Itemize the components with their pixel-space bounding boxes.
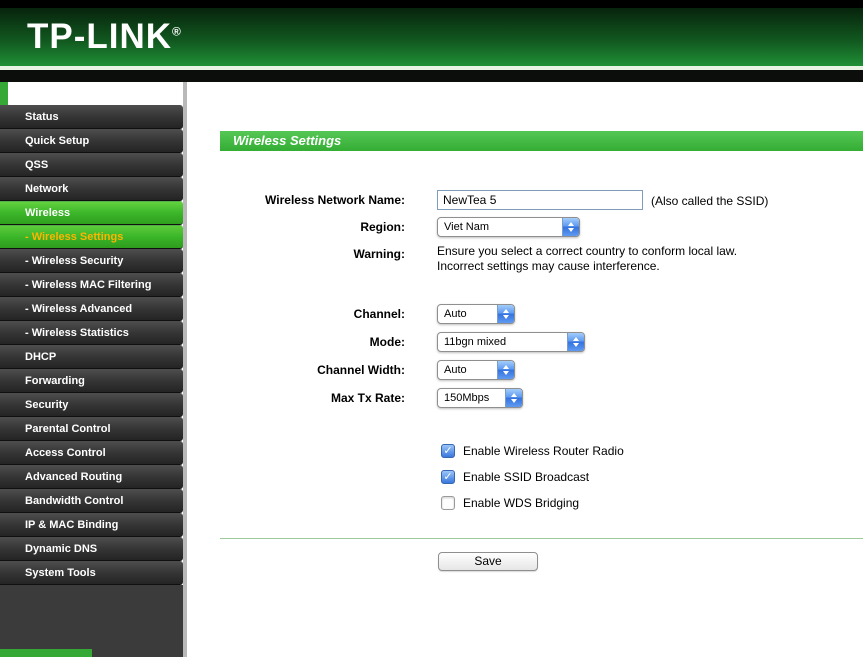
save-button[interactable]: Save [438, 552, 538, 571]
channel-width-row: Channel Width: Auto [220, 360, 863, 380]
select-spinner-icon [497, 305, 514, 323]
sidebar-accent-bottom [0, 649, 92, 657]
wireless-radio-row: Enable Wireless Router Radio [441, 442, 863, 460]
tplink-logo-text: TP-LINK [27, 17, 173, 56]
sidebar-item-wireless-advanced[interactable]: - Wireless Advanced [0, 297, 183, 321]
registered-mark: ® [172, 24, 182, 39]
top-black-bar [0, 0, 863, 8]
select-spinner-icon [567, 333, 584, 351]
network-name-label: Wireless Network Name: [265, 193, 405, 207]
wds-bridging-label: Enable WDS Bridging [463, 496, 580, 510]
sidebar-item-wireless-statistics[interactable]: - Wireless Statistics [0, 321, 183, 345]
select-spinner-icon [497, 361, 514, 379]
arrow-up-icon [573, 337, 579, 341]
page-title: Wireless Settings [220, 131, 863, 151]
sidebar-item-security[interactable]: Security [0, 393, 183, 417]
mode-row: Mode: 11bgn mixed [220, 332, 863, 352]
select-spinner-icon [505, 389, 522, 407]
arrow-down-icon [568, 228, 574, 232]
region-select[interactable]: Viet Nam [437, 217, 580, 237]
wireless-settings-form: Wireless Network Name: (Also called the … [220, 151, 863, 571]
region-label: Region: [360, 220, 405, 234]
channel-select[interactable]: Auto [437, 304, 515, 324]
mode-label: Mode: [369, 335, 405, 349]
ssid-broadcast-row: Enable SSID Broadcast [441, 468, 863, 486]
sidebar-item-bandwidth-control[interactable]: Bandwidth Control [0, 489, 183, 513]
ssid-broadcast-checkbox[interactable] [441, 470, 455, 484]
warning-line2: Incorrect settings may cause interferenc… [437, 259, 660, 273]
sidebar-item-dhcp[interactable]: DHCP [0, 345, 183, 369]
max-tx-rate-label: Max Tx Rate: [330, 391, 405, 405]
warning-label: Warning: [353, 247, 405, 261]
arrow-up-icon [568, 222, 574, 226]
arrow-down-icon [503, 371, 509, 375]
max-tx-rate-row: Max Tx Rate: 150Mbps [220, 388, 863, 408]
header-divider-dark [0, 70, 863, 82]
channel-width-label: Channel Width: [317, 363, 405, 377]
sidebar-item-dynamic-dns[interactable]: Dynamic DNS [0, 537, 183, 561]
sidebar-item-qss[interactable]: QSS [0, 153, 183, 177]
sidebar-item-wireless-security[interactable]: - Wireless Security [0, 249, 183, 273]
select-spinner-icon [562, 218, 579, 236]
max-tx-rate-select-value: 150Mbps [444, 392, 490, 404]
arrow-up-icon [503, 309, 509, 313]
arrow-down-icon [573, 343, 579, 347]
arrow-up-icon [503, 365, 509, 369]
arrow-down-icon [511, 399, 517, 403]
wds-bridging-checkbox[interactable] [441, 496, 455, 510]
sidebar-item-forwarding[interactable]: Forwarding [0, 369, 183, 393]
ssid-note: (Also called the SSID) [651, 194, 769, 208]
sidebar-item-access-control[interactable]: Access Control [0, 441, 183, 465]
sidebar-item-parental-control[interactable]: Parental Control [0, 417, 183, 441]
form-divider [220, 538, 863, 539]
network-name-row: Wireless Network Name: (Also called the … [220, 190, 863, 210]
channel-select-value: Auto [444, 308, 467, 320]
sidebar-item-wireless-settings[interactable]: - Wireless Settings [0, 225, 183, 249]
ssid-broadcast-label: Enable SSID Broadcast [463, 470, 590, 484]
region-select-value: Viet Nam [444, 221, 490, 233]
sidebar-item-quick-setup[interactable]: Quick Setup [0, 129, 183, 153]
max-tx-rate-select[interactable]: 150Mbps [437, 388, 523, 408]
mode-select-value: 11bgn mixed [444, 336, 507, 348]
sidebar: Status Quick Setup QSS Network Wireless … [0, 82, 183, 657]
warning-row: Warning: Ensure you select a correct cou… [220, 244, 863, 274]
wireless-radio-checkbox[interactable] [441, 444, 455, 458]
wds-bridging-row: Enable WDS Bridging [441, 494, 863, 512]
sidebar-item-status[interactable]: Status [0, 105, 183, 129]
warning-line1: Ensure you select a correct country to c… [437, 244, 738, 258]
sidebar-item-system-tools[interactable]: System Tools [0, 561, 183, 585]
sidebar-item-network[interactable]: Network [0, 177, 183, 201]
mode-select[interactable]: 11bgn mixed [437, 332, 585, 352]
sidebar-menu: Status Quick Setup QSS Network Wireless … [0, 105, 183, 585]
sidebar-filler [0, 585, 183, 657]
sidebar-item-wireless[interactable]: Wireless [0, 201, 183, 225]
channel-width-select-value: Auto [444, 364, 467, 376]
channel-row: Channel: Auto [220, 304, 863, 324]
tplink-logo: TP-LINK® [0, 17, 182, 57]
header-banner: TP-LINK® [0, 8, 863, 66]
ssid-input[interactable] [437, 190, 643, 210]
sidebar-item-advanced-routing[interactable]: Advanced Routing [0, 465, 183, 489]
sidebar-item-wireless-mac-filtering[interactable]: - Wireless MAC Filtering [0, 273, 183, 297]
checkbox-group: Enable Wireless Router Radio Enable SSID… [441, 442, 863, 512]
sidebar-shadow [183, 82, 187, 657]
arrow-up-icon [511, 393, 517, 397]
router-admin-page: TP-LINK® Status Quick Setup QSS Network … [0, 0, 863, 657]
region-row: Region: Viet Nam [220, 217, 863, 237]
wireless-radio-label: Enable Wireless Router Radio [463, 444, 624, 458]
channel-width-select[interactable]: Auto [437, 360, 515, 380]
sidebar-item-ip-mac-binding[interactable]: IP & MAC Binding [0, 513, 183, 537]
arrow-down-icon [503, 315, 509, 319]
channel-label: Channel: [353, 307, 405, 321]
sidebar-accent-top [0, 82, 8, 105]
